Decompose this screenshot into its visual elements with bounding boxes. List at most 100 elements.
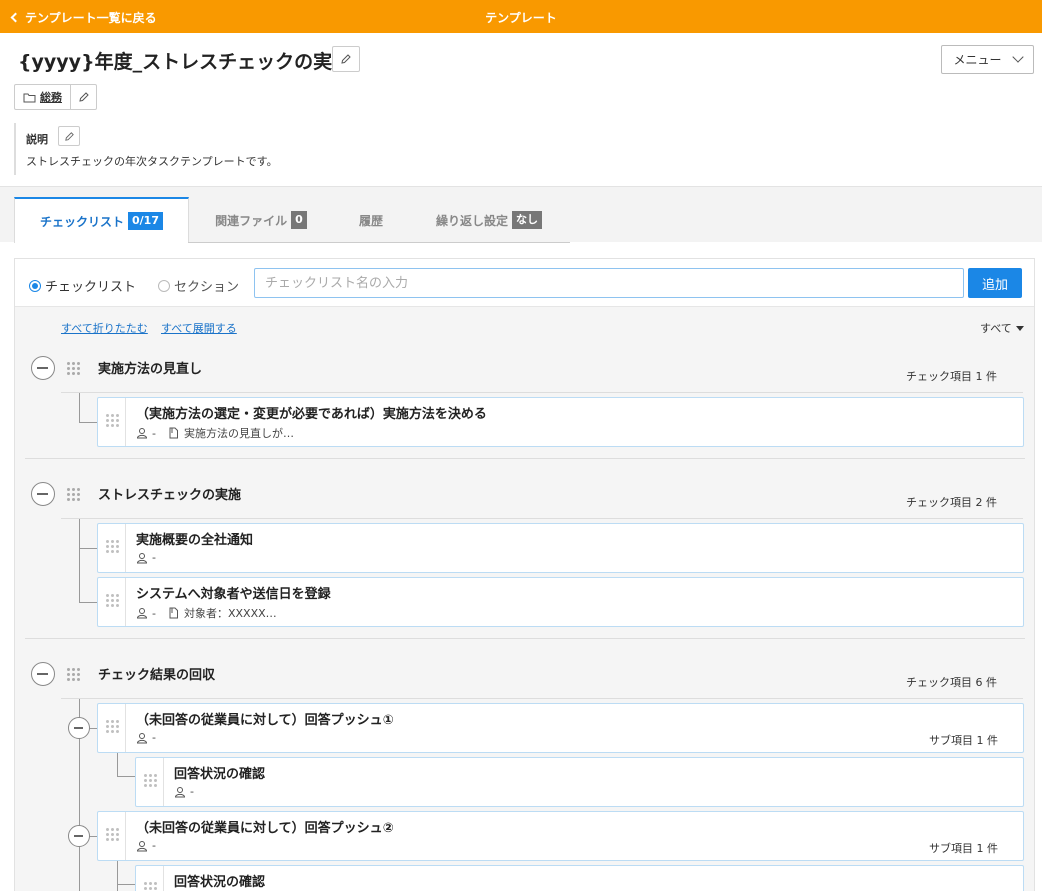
section-divider	[25, 638, 1025, 639]
tab-checklist[interactable]: チェックリスト 0/17	[14, 197, 189, 243]
expand-all-link[interactable]: すべて展開する	[161, 320, 237, 336]
item-meta: -	[136, 839, 156, 852]
user-icon	[136, 732, 148, 744]
filter-dropdown[interactable]: すべて	[980, 320, 1024, 336]
section-item-count: チェック項目 2 件	[906, 496, 997, 509]
sub-checklist-item[interactable]: 回答状況の確認 -	[135, 757, 1024, 807]
pencil-icon	[341, 54, 351, 64]
sub-checklist-item[interactable]: 回答状況の確認	[135, 865, 1024, 891]
user-icon	[174, 786, 186, 798]
tree-line	[79, 602, 97, 603]
tab-bar: チェックリスト 0/17 関連ファイル 0 履歴 繰り返し設定 なし	[0, 186, 1042, 243]
tab-label: チェックリスト	[40, 214, 125, 229]
item-collapse-button[interactable]	[68, 717, 90, 739]
sub-item-count: サブ項目 1 件	[929, 842, 998, 855]
item-drag-handle[interactable]	[98, 704, 126, 752]
radio-checklist[interactable]: チェックリスト	[29, 276, 136, 295]
item-meta: -	[136, 551, 156, 564]
drag-handle-icon[interactable]	[67, 668, 81, 682]
drag-handle-icon[interactable]	[67, 362, 81, 376]
pencil-icon	[78, 92, 89, 102]
tab-label: 繰り返し設定	[435, 213, 508, 228]
section-title[interactable]: チェック結果の回収	[98, 664, 215, 683]
section-item-count: チェック項目 6 件	[906, 676, 997, 689]
document-icon	[168, 607, 180, 619]
tree-line	[117, 776, 135, 777]
pencil-icon	[64, 131, 74, 141]
user-icon	[136, 427, 148, 439]
item-assignee: -	[152, 731, 156, 744]
folder-icon	[23, 93, 36, 102]
section-collapse-button[interactable]	[31, 662, 55, 686]
menu-button-label: メニュー	[953, 53, 1002, 67]
tab-underline	[188, 242, 570, 243]
item-note: 実施方法の見直しが…	[183, 427, 294, 440]
user-icon	[136, 552, 148, 564]
item-assignee: -	[190, 785, 194, 798]
tab-badge: なし	[512, 211, 542, 229]
user-icon	[136, 607, 148, 619]
drag-handle-icon	[106, 540, 120, 554]
item-meta: -	[174, 785, 194, 798]
edit-description-button[interactable]	[58, 126, 80, 146]
tree-line	[117, 884, 135, 885]
section-collapse-button[interactable]	[31, 482, 55, 506]
section-collapse-button[interactable]	[31, 356, 55, 380]
checklist-item[interactable]: （実施方法の選定・変更が必要であれば）実施方法を決める - 実施方法の見直しが…	[97, 397, 1024, 447]
checklist-item[interactable]: （未回答の従業員に対して）回答プッシュ② - サブ項目 1 件	[97, 811, 1024, 861]
section-item-count: チェック項目 1 件	[906, 370, 997, 383]
item-drag-handle[interactable]	[98, 524, 126, 572]
tree-line	[79, 519, 80, 602]
category-link[interactable]: 総務	[15, 85, 70, 109]
tab-badge: 0	[291, 211, 307, 229]
item-assignee: -	[152, 426, 156, 440]
section-divider	[25, 458, 1025, 459]
description-text: ストレスチェックの年次タスクテンプレートです。	[26, 155, 278, 168]
section-rule	[61, 392, 1023, 393]
collapse-all-link[interactable]: すべて折りたたむ	[61, 320, 148, 336]
drag-handle-icon	[106, 828, 120, 842]
drag-handle-icon	[144, 882, 158, 891]
item-drag-handle[interactable]	[136, 758, 164, 806]
tab-badge: 0/17	[128, 212, 163, 230]
item-drag-handle[interactable]	[98, 578, 126, 626]
item-title: （未回答の従業員に対して）回答プッシュ①	[136, 713, 394, 728]
checklist-item[interactable]: システムへ対象者や送信日を登録 - 対象者：XXXXX…	[97, 577, 1024, 627]
tab-history[interactable]: 履歴	[336, 197, 406, 243]
checklist-item[interactable]: （未回答の従業員に対して）回答プッシュ① - サブ項目 1 件	[97, 703, 1024, 753]
category-label: 総務	[40, 91, 62, 104]
drag-handle-icon	[106, 720, 120, 734]
section-rule	[61, 518, 1023, 519]
item-drag-handle[interactable]	[98, 812, 126, 860]
caret-down-icon	[1015, 325, 1024, 331]
checklist-name-input[interactable]	[254, 268, 964, 298]
radio-section[interactable]: セクション	[158, 276, 239, 295]
category-tag: 総務	[14, 84, 97, 110]
tab-repeat-settings[interactable]: 繰り返し設定 なし	[414, 197, 564, 243]
item-collapse-button[interactable]	[68, 825, 90, 847]
item-note: 対象者：XXXXX…	[183, 607, 277, 620]
section-title[interactable]: ストレスチェックの実施	[98, 484, 241, 503]
item-meta: -	[136, 731, 156, 744]
tab-related-files[interactable]: 関連ファイル 0	[196, 197, 326, 243]
sub-item-count: サブ項目 1 件	[929, 734, 998, 747]
edit-category-button[interactable]	[70, 85, 96, 109]
menu-button[interactable]: メニュー	[941, 45, 1034, 74]
tree-line	[79, 393, 80, 422]
checklist-item[interactable]: 実施概要の全社通知 -	[97, 523, 1024, 573]
description-block: 説明 ストレスチェックの年次タスクテンプレートです。	[14, 123, 278, 175]
section-title[interactable]: 実施方法の見直し	[98, 358, 202, 377]
drag-handle-icon[interactable]	[67, 488, 81, 502]
item-title: 回答状況の確認	[174, 875, 266, 890]
tree-line	[117, 753, 118, 776]
page-title: {yyyy}年度_ストレスチェックの実施	[18, 51, 352, 73]
item-title: システムへ対象者や送信日を登録	[136, 587, 331, 602]
tree-line	[79, 548, 97, 549]
item-meta: - 実施方法の見直しが…	[136, 425, 294, 441]
item-drag-handle[interactable]	[136, 866, 164, 891]
user-icon	[136, 840, 148, 852]
add-button[interactable]: 追加	[968, 268, 1022, 298]
radio-checklist-label: チェックリスト	[45, 280, 137, 295]
edit-title-button[interactable]	[332, 46, 360, 72]
item-drag-handle[interactable]	[98, 398, 126, 446]
